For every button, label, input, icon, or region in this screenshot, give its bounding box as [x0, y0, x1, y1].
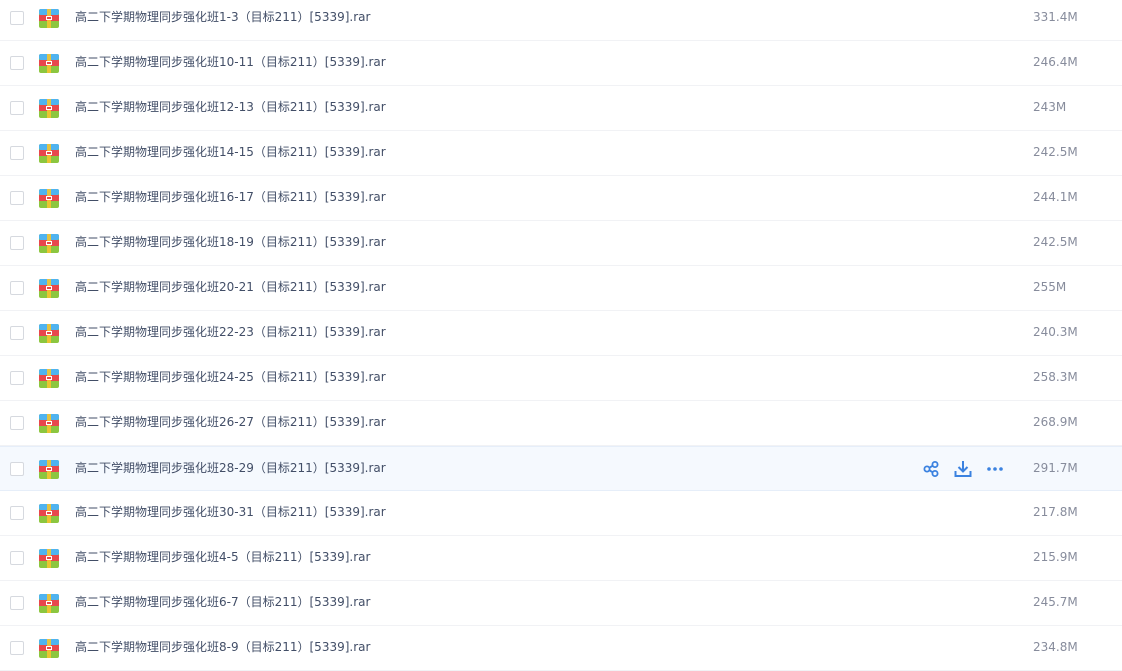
- file-size: 217.8M: [1033, 505, 1078, 519]
- rar-archive-icon: [39, 324, 59, 343]
- rar-archive-icon: [39, 549, 59, 568]
- rar-archive-icon: [39, 189, 59, 208]
- file-row[interactable]: 高二下学期物理同步强化班28-29（目标211）[5339].rar 291.7…: [0, 446, 1122, 491]
- file-row[interactable]: 高二下学期物理同步强化班4-5（目标211）[5339].rar 215.9M: [0, 536, 1122, 581]
- rar-archive-icon: [39, 639, 59, 658]
- file-name[interactable]: 高二下学期物理同步强化班1-3（目标211）[5339].rar: [75, 0, 370, 40]
- file-size: 246.4M: [1033, 55, 1078, 69]
- row-checkbox[interactable]: [10, 371, 24, 385]
- file-name[interactable]: 高二下学期物理同步强化班14-15（目标211）[5339].rar: [75, 131, 386, 175]
- row-checkbox[interactable]: [10, 146, 24, 160]
- file-size: 240.3M: [1033, 325, 1078, 339]
- row-checkbox[interactable]: [10, 236, 24, 250]
- share-icon: [923, 460, 939, 477]
- rar-archive-icon: [39, 594, 59, 613]
- file-name[interactable]: 高二下学期物理同步强化班30-31（目标211）[5339].rar: [75, 491, 386, 535]
- row-checkbox[interactable]: [10, 641, 24, 655]
- row-checkbox[interactable]: [10, 326, 24, 340]
- more-button[interactable]: [984, 459, 1006, 479]
- row-checkbox[interactable]: [10, 416, 24, 430]
- row-checkbox[interactable]: [10, 281, 24, 295]
- more-dots-icon: [987, 466, 1003, 471]
- file-row[interactable]: 高二下学期物理同步强化班26-27（目标211）[5339].rar 268.9…: [0, 401, 1122, 446]
- row-checkbox[interactable]: [10, 191, 24, 205]
- rar-archive-icon: [39, 279, 59, 298]
- file-row[interactable]: 高二下学期物理同步强化班1-3（目标211）[5339].rar 331.4M: [0, 0, 1122, 41]
- file-size: 244.1M: [1033, 190, 1078, 204]
- file-size: 255M: [1033, 280, 1067, 294]
- file-size: 268.9M: [1033, 415, 1078, 429]
- file-row[interactable]: 高二下学期物理同步强化班12-13（目标211）[5339].rar 243M: [0, 86, 1122, 131]
- file-row[interactable]: 高二下学期物理同步强化班14-15（目标211）[5339].rar 242.5…: [0, 131, 1122, 176]
- share-button[interactable]: [920, 459, 942, 479]
- file-size: 291.7M: [1033, 461, 1078, 475]
- file-name[interactable]: 高二下学期物理同步强化班4-5（目标211）[5339].rar: [75, 536, 370, 580]
- file-size: 243M: [1033, 100, 1067, 114]
- file-name[interactable]: 高二下学期物理同步强化班10-11（目标211）[5339].rar: [75, 41, 386, 85]
- file-row[interactable]: 高二下学期物理同步强化班24-25（目标211）[5339].rar 258.3…: [0, 356, 1122, 401]
- file-size: 242.5M: [1033, 145, 1078, 159]
- row-checkbox[interactable]: [10, 506, 24, 520]
- file-name[interactable]: 高二下学期物理同步强化班22-23（目标211）[5339].rar: [75, 311, 386, 355]
- file-size: 258.3M: [1033, 370, 1078, 384]
- file-name[interactable]: 高二下学期物理同步强化班24-25（目标211）[5339].rar: [75, 356, 386, 400]
- file-size: 331.4M: [1033, 10, 1078, 24]
- file-name[interactable]: 高二下学期物理同步强化班8-9（目标211）[5339].rar: [75, 626, 370, 670]
- row-checkbox[interactable]: [10, 461, 24, 476]
- file-name[interactable]: 高二下学期物理同步强化班20-21（目标211）[5339].rar: [75, 266, 386, 310]
- file-name[interactable]: 高二下学期物理同步强化班12-13（目标211）[5339].rar: [75, 86, 386, 130]
- file-size: 245.7M: [1033, 595, 1078, 609]
- file-row[interactable]: 高二下学期物理同步强化班22-23（目标211）[5339].rar 240.3…: [0, 311, 1122, 356]
- file-row[interactable]: 高二下学期物理同步强化班6-7（目标211）[5339].rar 245.7M: [0, 581, 1122, 626]
- rar-archive-icon: [39, 234, 59, 253]
- rar-archive-icon: [39, 144, 59, 163]
- file-list: 高二下学期物理同步强化班1-3（目标211）[5339].rar 331.4M …: [0, 0, 1122, 671]
- file-size: 234.8M: [1033, 640, 1078, 654]
- rar-archive-icon: [39, 459, 59, 479]
- rar-archive-icon: [39, 9, 59, 28]
- row-checkbox[interactable]: [10, 551, 24, 565]
- rar-archive-icon: [39, 369, 59, 388]
- rar-archive-icon: [39, 504, 59, 523]
- rar-archive-icon: [39, 414, 59, 433]
- file-size: 242.5M: [1033, 235, 1078, 249]
- file-size: 215.9M: [1033, 550, 1078, 564]
- file-row[interactable]: 高二下学期物理同步强化班10-11（目标211）[5339].rar 246.4…: [0, 41, 1122, 86]
- rar-archive-icon: [39, 54, 59, 73]
- file-name[interactable]: 高二下学期物理同步强化班18-19（目标211）[5339].rar: [75, 221, 386, 265]
- download-icon: [954, 460, 972, 477]
- rar-archive-icon: [39, 99, 59, 118]
- file-row[interactable]: 高二下学期物理同步强化班8-9（目标211）[5339].rar 234.8M: [0, 626, 1122, 671]
- file-row[interactable]: 高二下学期物理同步强化班16-17（目标211）[5339].rar 244.1…: [0, 176, 1122, 221]
- file-row[interactable]: 高二下学期物理同步强化班30-31（目标211）[5339].rar 217.8…: [0, 491, 1122, 536]
- row-checkbox[interactable]: [10, 56, 24, 70]
- row-checkbox[interactable]: [10, 101, 24, 115]
- file-row[interactable]: 高二下学期物理同步强化班18-19（目标211）[5339].rar 242.5…: [0, 221, 1122, 266]
- file-name[interactable]: 高二下学期物理同步强化班28-29（目标211）[5339].rar: [75, 447, 386, 490]
- file-name[interactable]: 高二下学期物理同步强化班26-27（目标211）[5339].rar: [75, 401, 386, 445]
- file-name[interactable]: 高二下学期物理同步强化班16-17（目标211）[5339].rar: [75, 176, 386, 220]
- download-button[interactable]: [952, 459, 974, 479]
- file-name[interactable]: 高二下学期物理同步强化班6-7（目标211）[5339].rar: [75, 581, 370, 625]
- file-row[interactable]: 高二下学期物理同步强化班20-21（目标211）[5339].rar 255M: [0, 266, 1122, 311]
- row-checkbox[interactable]: [10, 596, 24, 610]
- row-checkbox[interactable]: [10, 11, 24, 25]
